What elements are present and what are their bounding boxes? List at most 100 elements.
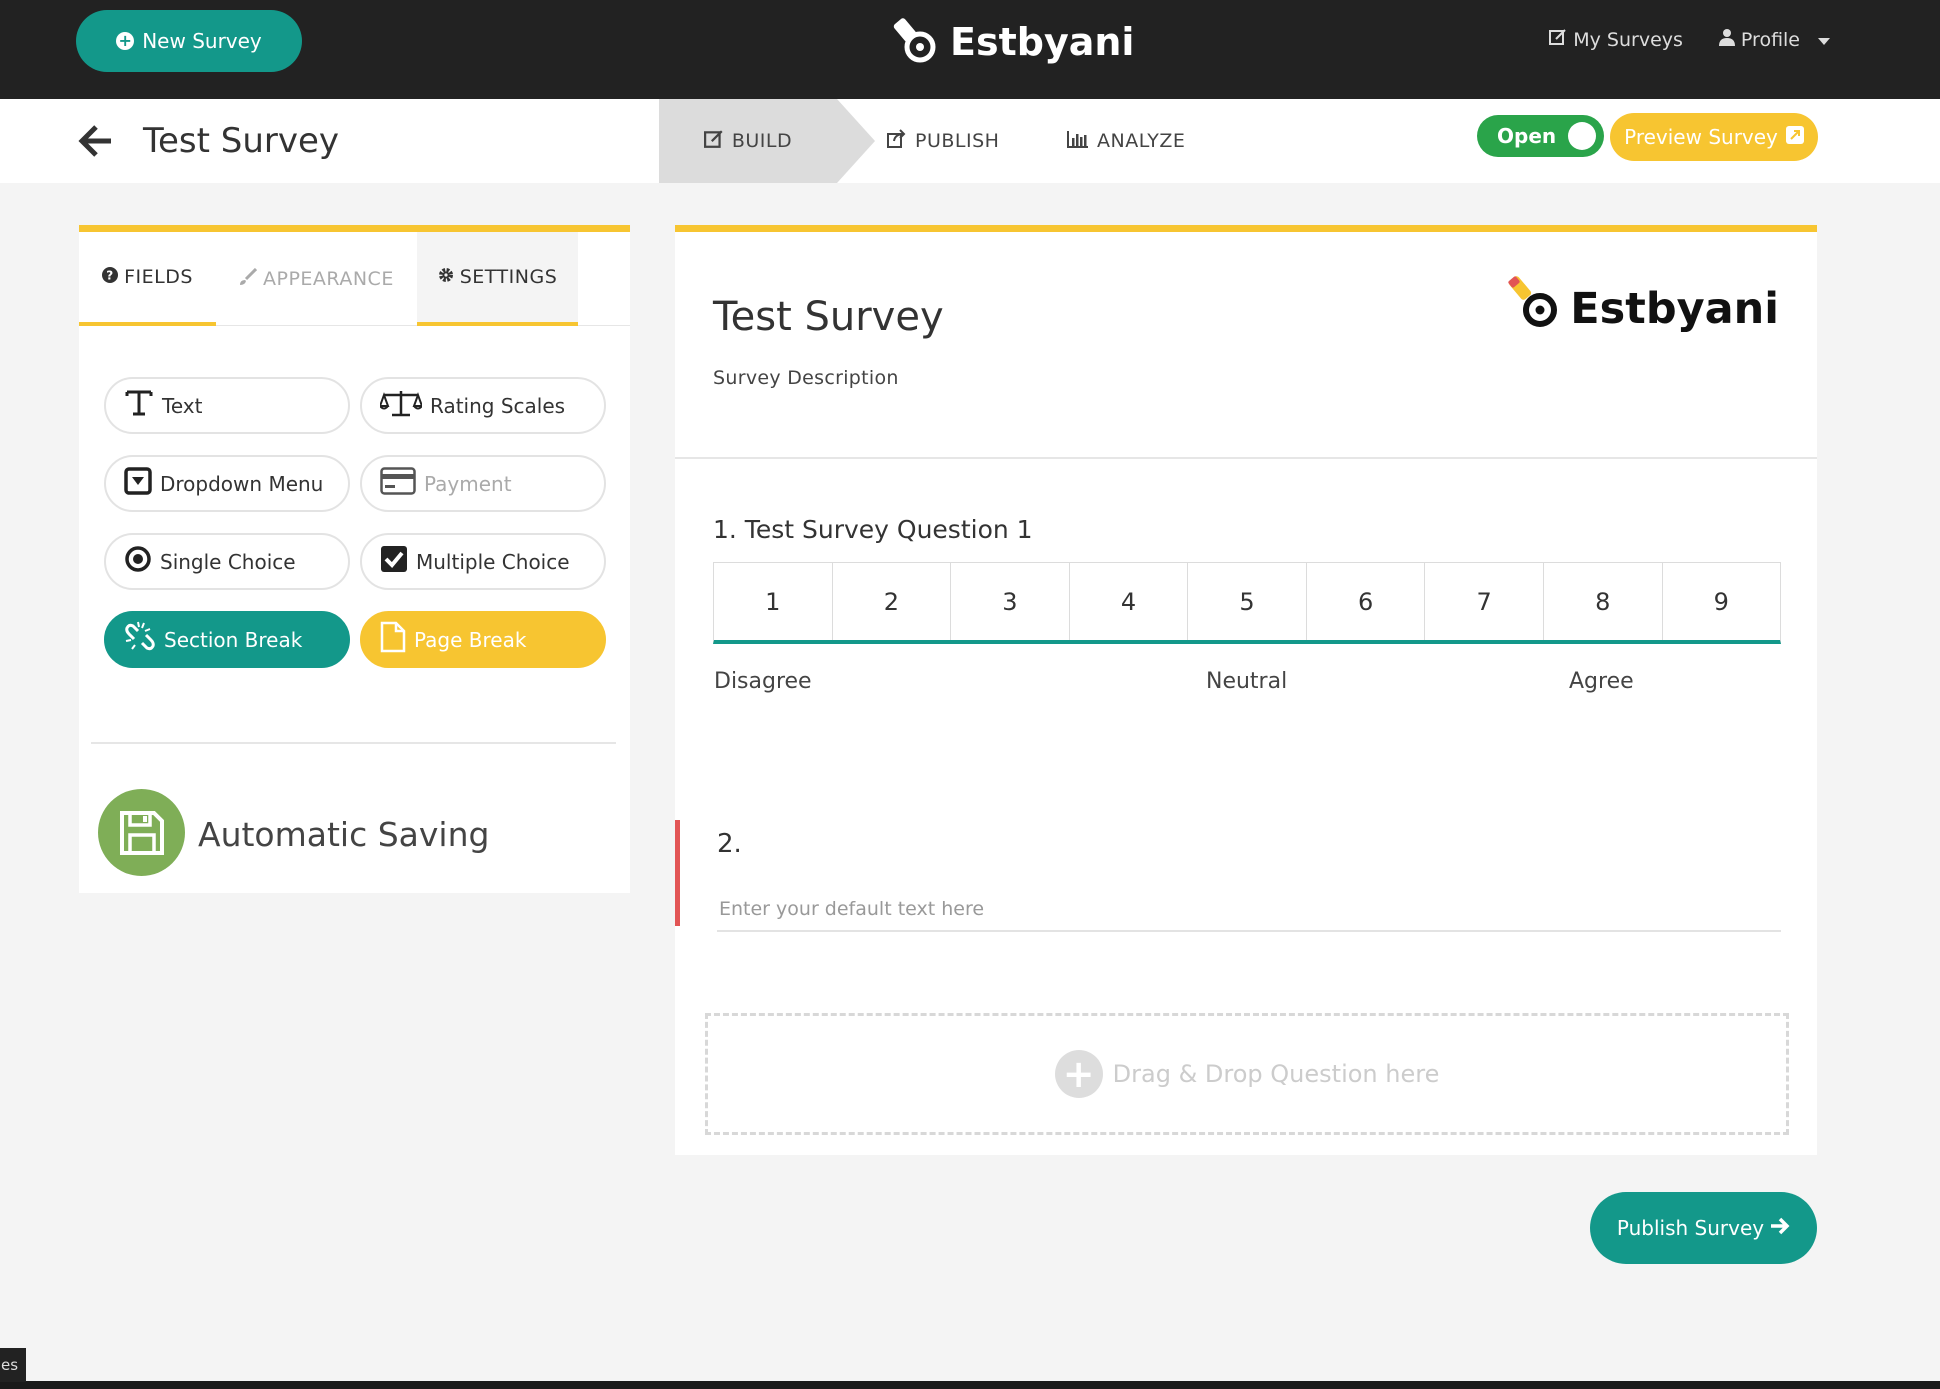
active-question-marker [675,820,680,926]
scale-option[interactable]: 1 [714,563,833,640]
tab-settings[interactable]: SETTINGS [417,232,578,326]
open-toggle[interactable]: Open [1477,115,1604,157]
tab-fields-label: FIELDS [124,266,193,288]
scale-option[interactable]: 3 [951,563,1070,640]
my-surveys-link[interactable]: My Surveys [1549,28,1683,51]
field-rating-scales-label: Rating Scales [430,393,566,418]
question-2-label[interactable]: 2. [717,829,742,859]
field-payment-label: Payment [424,471,512,496]
autosave-label: Automatic Saving [198,815,490,854]
scale-option[interactable]: 4 [1070,563,1189,640]
profile-label: Profile [1740,28,1800,51]
profile-menu[interactable]: Profile [1718,28,1830,51]
corner-tag: es [0,1348,26,1382]
bottom-edge-bar [0,1381,1940,1389]
question-dropzone[interactable]: + Drag & Drop Question here [705,1013,1789,1135]
builder-sidebar: ? FIELDS APPEARANCE SETTINGS Text Rating… [79,225,630,893]
credit-card-icon [380,467,416,500]
question-1-label[interactable]: 1. Test Survey Question 1 [713,515,1033,544]
new-survey-label: New Survey [142,29,262,53]
step-publish[interactable]: PUBLISH [887,99,1047,183]
rating-scale: 1 2 3 4 5 6 7 8 9 [713,562,1781,644]
toggle-knob [1568,122,1596,150]
brand-name: Estbyani [950,20,1135,64]
top-navbar: + New Survey Estbyani My Surveys Profile [0,0,1940,99]
field-page-break-label: Page Break [414,627,527,652]
field-text-button[interactable]: Text [104,377,350,434]
question-circle-icon: ? [102,266,119,288]
new-survey-button[interactable]: + New Survey [76,10,302,72]
logo-text: Estbyani [1570,283,1779,334]
question-2-input[interactable] [717,888,1781,932]
step-analyze[interactable]: ANALYZE [1067,99,1227,183]
publish-survey-label: Publish Survey [1616,1216,1765,1240]
field-single-choice-button[interactable]: Single Choice [104,533,350,590]
open-toggle-label: Open [1497,124,1557,148]
publish-survey-button[interactable]: Publish Survey [1590,1192,1817,1264]
balance-scale-icon [378,388,424,423]
bar-chart-icon [1067,130,1089,153]
back-arrow-icon[interactable] [78,123,114,159]
field-dropdown-button[interactable]: Dropdown Menu [104,455,350,512]
edit-icon [1549,28,1567,51]
scale-anchor-high: Agree [1569,669,1634,694]
scale-anchor-low: Disagree [714,669,812,694]
field-payment-button[interactable]: Payment [360,455,606,512]
page-title: Test Survey [143,121,340,161]
top-nav: My Surveys Profile [1549,28,1830,51]
survey-title[interactable]: Test Survey [713,294,944,340]
field-text-label: Text [162,393,203,418]
scale-option[interactable]: 5 [1188,563,1307,640]
radio-icon [124,545,152,578]
survey-header: Test Survey BUILD PUBLISH ANALYZE Open P… [0,99,1940,183]
step-build-label: BUILD [731,130,793,152]
checkbox-icon [380,545,408,578]
field-section-break-button[interactable]: Section Break [104,611,350,668]
scale-option[interactable]: 8 [1544,563,1663,640]
paintbrush-icon [239,267,258,291]
edit-icon [703,129,724,154]
scale-option[interactable]: 7 [1425,563,1544,640]
external-link-icon [1785,125,1804,149]
field-page-break-button[interactable]: Page Break [360,611,606,668]
preview-survey-label: Preview Survey [1624,125,1778,149]
floppy-disk-icon [98,789,185,876]
arrow-right-icon [1770,1216,1790,1240]
scale-option[interactable]: 9 [1663,563,1781,640]
scale-option[interactable]: 6 [1307,563,1426,640]
brand-logo[interactable]: Estbyani [892,12,1134,72]
file-icon [380,621,406,658]
tab-appearance[interactable]: APPEARANCE [239,232,399,326]
svg-text:?: ? [106,269,113,283]
gear-icon [438,266,454,288]
field-dropdown-label: Dropdown Menu [160,471,324,496]
sidebar-tabs: ? FIELDS APPEARANCE SETTINGS [79,232,630,326]
estbyani-logo-icon [1506,274,1564,343]
workflow-steps: BUILD PUBLISH ANALYZE [659,99,1227,183]
scale-option[interactable]: 2 [833,563,952,640]
share-icon [887,128,907,154]
survey-description[interactable]: Survey Description [713,367,899,389]
field-single-choice-label: Single Choice [160,549,296,574]
preview-survey-button[interactable]: Preview Survey [1610,113,1818,161]
field-multiple-choice-button[interactable]: Multiple Choice [360,533,606,590]
step-build[interactable]: BUILD [659,99,875,183]
tab-appearance-label: APPEARANCE [263,268,394,290]
survey-logo: Estbyani [1506,274,1779,343]
tab-fields[interactable]: ? FIELDS [79,232,216,326]
header-divider [675,457,1817,459]
plus-circle-icon: + [1054,1050,1103,1098]
panel-divider [91,742,616,744]
caret-down-icon [1818,29,1830,51]
field-multiple-choice-label: Multiple Choice [416,549,570,574]
step-analyze-label: ANALYZE [1097,130,1186,152]
plus-circle-icon: + [116,32,135,50]
my-surveys-label: My Surveys [1573,28,1683,51]
text-cursor-icon [124,388,154,423]
broken-link-icon [124,621,156,658]
estbyani-logo-icon [892,17,942,67]
field-section-break-label: Section Break [164,627,303,652]
user-icon [1718,28,1735,51]
scale-anchor-mid: Neutral [1206,669,1288,694]
field-rating-scales-button[interactable]: Rating Scales [360,377,606,434]
